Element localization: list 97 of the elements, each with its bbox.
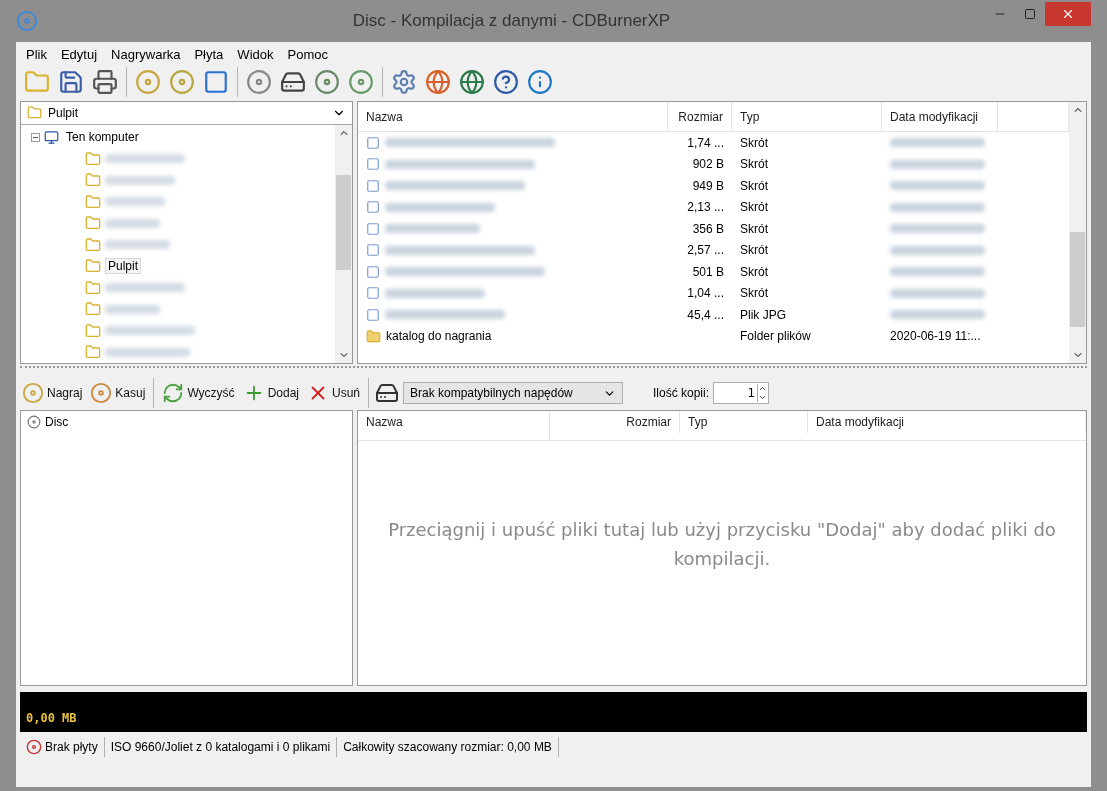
- file-name: katalog do nagrania: [386, 329, 492, 344]
- disc-icon-button[interactable]: [133, 67, 163, 97]
- toolbar-button[interactable]: Wyczyść: [160, 380, 237, 406]
- status-text: Całkowity szacowany rozmiar: 0,00 MB: [337, 737, 559, 757]
- column-header[interactable]: Rozmiar: [668, 102, 732, 131]
- drive-dropdown[interactable]: Brak kompatybilnych napędów: [403, 382, 623, 404]
- status-text: Brak płyty: [20, 737, 105, 757]
- folder-icon: [85, 344, 101, 361]
- file-size: 2,57 ...: [687, 243, 724, 258]
- folder-icon: [85, 150, 101, 167]
- spin-down-icon[interactable]: [758, 393, 768, 402]
- copies-spinner[interactable]: 1: [713, 382, 770, 404]
- file-size: 2,13 ...: [687, 200, 724, 215]
- folder-icon: [27, 105, 42, 121]
- tree-item[interactable]: Pulpit: [105, 258, 142, 275]
- globe-icon-button[interactable]: [457, 67, 487, 97]
- app-icon: [16, 10, 38, 32]
- menu-item[interactable]: Edytuj: [54, 46, 104, 63]
- file-icon: [366, 264, 380, 279]
- file-type: Skrót: [740, 200, 768, 215]
- empty-message: Przeciągnij i upuść pliki tutaj lub użyj przycisku "Dodaj" aby dodać pliki do kompilacji.: [387, 518, 1057, 571]
- scrollbar-thumb[interactable]: [336, 174, 351, 270]
- computer-icon: [44, 129, 59, 145]
- column-header[interactable]: Nazwa: [358, 411, 550, 433]
- file-type: Skrót: [740, 157, 768, 172]
- menu-item[interactable]: Widok: [231, 46, 280, 63]
- drive-icon: [375, 381, 399, 405]
- disc-icon: [26, 739, 42, 755]
- folder-icon: [85, 172, 101, 189]
- refresh-icon: [162, 382, 185, 404]
- file-size: 1,74 ...: [687, 135, 724, 150]
- disc-icon: [27, 414, 41, 429]
- disc-icon: [22, 382, 44, 404]
- file-size: 356 B: [692, 221, 724, 236]
- column-header[interactable]: Nazwa: [358, 102, 668, 131]
- menu-item[interactable]: Plik: [20, 46, 53, 63]
- folder-icon: [85, 301, 101, 318]
- folder-icon: [85, 236, 101, 253]
- file-size: 949 B: [692, 178, 724, 193]
- file-type: Plik JPG: [740, 307, 786, 322]
- toolbar-button[interactable]: Usuń: [305, 380, 362, 406]
- column-header[interactable]: Data modyfikacji: [882, 102, 998, 131]
- file-icon: [366, 221, 380, 236]
- column-header[interactable]: Data modyfikacji: [808, 411, 1086, 433]
- menu-item[interactable]: Płyta: [188, 46, 230, 63]
- maximize-icon: [1024, 8, 1036, 20]
- file-size: 501 B: [692, 264, 724, 279]
- tree-item[interactable]: Disc: [45, 414, 69, 429]
- help-icon-button[interactable]: [491, 67, 521, 97]
- window-title: Disc - Kompilacja z danymi - CDBurnerXP: [351, 11, 672, 31]
- tree-expander[interactable]: [31, 132, 40, 142]
- globe-icon-button[interactable]: [423, 67, 453, 97]
- scrollbar-thumb[interactable]: [1070, 232, 1085, 327]
- column-header[interactable]: Typ: [680, 411, 808, 433]
- file-size: 45,4 ...: [687, 307, 724, 322]
- folder-icon: [85, 193, 101, 210]
- toolbar-button[interactable]: Nagraj: [20, 380, 85, 406]
- toolbar-button[interactable]: Dodaj: [240, 380, 301, 406]
- size-label: 0,00 MB: [26, 711, 77, 725]
- tree-item[interactable]: Ten komputer: [63, 129, 142, 146]
- folder-icon: [85, 322, 101, 339]
- file-date: 2020-06-19 11:...: [890, 329, 981, 344]
- folder-icon: [366, 328, 381, 344]
- file-type: Skrót: [740, 221, 768, 236]
- file-size: 1,04 ...: [687, 286, 724, 301]
- file-icon: [366, 157, 380, 172]
- file-icon: [366, 135, 380, 150]
- printer-icon-button[interactable]: [90, 67, 120, 97]
- file-icon: [366, 178, 380, 193]
- menu-item[interactable]: Pomoc: [281, 46, 334, 63]
- folder-icon: [85, 258, 101, 275]
- file-type: Skrót: [740, 264, 768, 279]
- folder-icon: [85, 279, 101, 296]
- file-type: Skrót: [740, 178, 768, 193]
- copies-label: Ilość kopii:: [653, 386, 710, 400]
- column-header[interactable]: Rozmiar: [550, 411, 680, 433]
- file-icon: [366, 243, 380, 258]
- spin-up-icon[interactable]: [758, 384, 768, 393]
- file-type: Skrót: [740, 286, 768, 301]
- status-text: ISO 9660/Joliet z 0 katalogami i 0 plikami: [104, 737, 338, 757]
- column-header[interactable]: Typ: [732, 102, 882, 131]
- disc-icon-button[interactable]: [167, 67, 197, 97]
- menu-item[interactable]: Nagrywarka: [105, 46, 187, 63]
- file-type: Skrót: [740, 135, 768, 150]
- disc-icon-button[interactable]: [346, 67, 376, 97]
- info-icon-button[interactable]: [525, 67, 555, 97]
- file-type: Folder plików: [740, 329, 811, 344]
- file-icon: [366, 286, 380, 301]
- close-icon: [1061, 7, 1075, 21]
- file-type: Skrót: [740, 243, 768, 258]
- file-icon: [366, 200, 380, 215]
- toolbar-button[interactable]: Kasuj: [88, 380, 148, 406]
- disc-icon: [90, 382, 113, 404]
- file-size: 902 B: [692, 157, 724, 172]
- folder-icon: [85, 215, 101, 232]
- location-dropdown[interactable]: Pulpit: [21, 102, 352, 125]
- file-icon: [366, 307, 380, 322]
